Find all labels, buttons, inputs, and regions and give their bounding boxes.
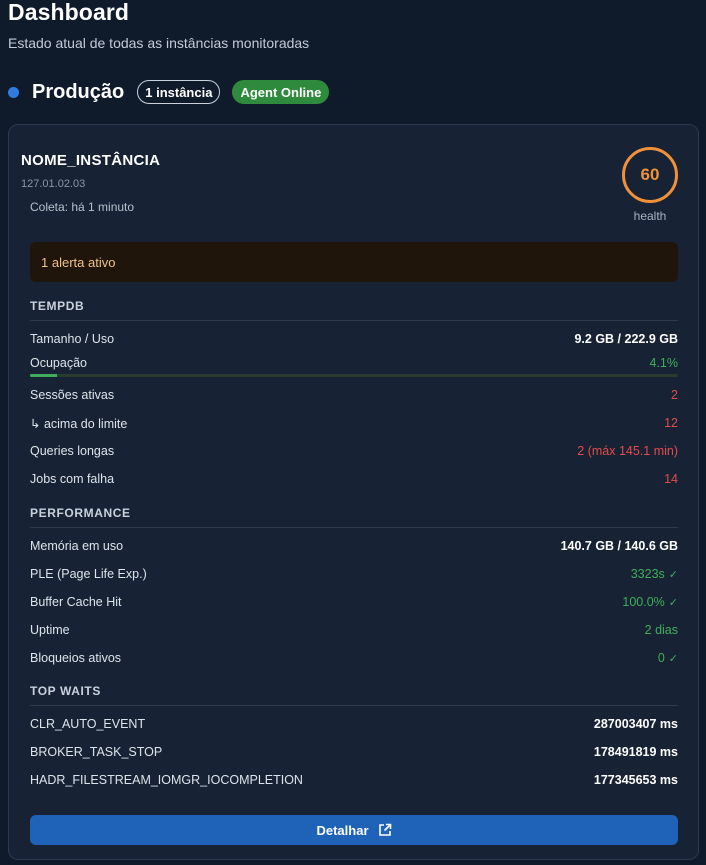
metric-value: 9.2 GB / 222.9 GB <box>574 332 678 346</box>
metric-value: 2 (máx 145.1 min) <box>577 444 678 458</box>
metric-label: Ocupação <box>30 356 87 370</box>
metric-row-failed-jobs: Jobs com falha 14 <box>30 469 678 489</box>
metric-label: Sessões ativas <box>30 388 115 402</box>
metric-row-tempdb-occupancy: Ocupação 4.1% <box>30 353 678 373</box>
metric-value-with-check: 100.0% ✓ <box>622 595 678 609</box>
metric-label: PLE (Page Life Exp.) <box>30 567 147 581</box>
wait-row: BROKER_TASK_STOP 178491819 ms <box>30 742 678 762</box>
environment-name: Produção <box>32 80 125 103</box>
metric-value: 2 dias <box>644 623 678 637</box>
metric-label: ↳ acima do limite <box>30 416 128 431</box>
metric-value-with-check: 0 ✓ <box>658 651 678 665</box>
metric-label: Jobs com falha <box>30 472 115 486</box>
wait-row: HADR_FILESTREAM_IOMGR_IOCOMPLETION 17734… <box>30 770 678 790</box>
metric-value: 100.0% <box>622 595 665 609</box>
metric-label: Buffer Cache Hit <box>30 595 122 609</box>
metric-row-long-queries: Queries longas 2 (máx 145.1 min) <box>30 441 678 461</box>
health-label: health <box>633 209 667 223</box>
metric-label: Tamanho / Uso <box>30 332 115 346</box>
agent-status-badge: Agent Online <box>232 80 330 104</box>
health-score-value: 60 <box>640 165 660 184</box>
wait-name: HADR_FILESTREAM_IOMGR_IOCOMPLETION <box>30 773 303 787</box>
metric-label: Bloqueios ativos <box>30 651 122 665</box>
metric-row-uptime: Uptime 2 dias <box>30 620 678 640</box>
section-title-top-waits: TOP WAITS <box>30 684 678 706</box>
metric-value: 140.7 GB / 140.6 GB <box>560 539 678 553</box>
metric-row-buffer-cache: Buffer Cache Hit 100.0% ✓ <box>30 592 678 612</box>
wait-value: 178491819 ms <box>593 745 678 759</box>
metric-label: Queries longas <box>30 444 115 458</box>
detail-button-label: Detalhar <box>316 822 369 838</box>
collection-time: Coleta: há 1 minuto <box>30 200 135 214</box>
metric-value: 2 <box>671 388 678 402</box>
metric-value-with-check: 3323s ✓ <box>631 567 678 581</box>
occupancy-progress-bar <box>30 374 678 377</box>
external-link-icon <box>378 823 391 836</box>
section-title-tempdb: TEMPDB <box>30 299 678 321</box>
metric-row-over-limit: ↳ acima do limite 12 <box>30 413 678 433</box>
health-score-ring: 60 <box>622 147 678 203</box>
metric-row-memory: Memória em uso 140.7 GB / 140.6 GB <box>30 536 678 556</box>
metric-label: Memória em uso <box>30 539 124 553</box>
instance-name: NOME_INSTÂNCIA <box>21 152 161 169</box>
active-alerts-banner[interactable]: 1 alerta ativo <box>30 242 678 282</box>
wait-name: CLR_AUTO_EVENT <box>30 717 146 731</box>
instance-ip: 127.01.02.03 <box>21 178 86 190</box>
detail-button[interactable]: Detalhar <box>30 815 678 845</box>
wait-row: CLR_AUTO_EVENT 287003407 ms <box>30 714 678 734</box>
environment-status-dot-icon <box>8 86 19 98</box>
active-alerts-text: 1 alerta ativo <box>41 254 116 270</box>
metric-value: 3323s <box>630 567 665 581</box>
instance-card: NOME_INSTÂNCIA 127.01.02.03 Coleta: há 1… <box>8 124 699 860</box>
check-icon: ✓ <box>668 653 678 665</box>
occupancy-progress-fill <box>30 374 57 377</box>
metric-value: 4.1% <box>649 356 679 370</box>
check-icon: ✓ <box>668 569 678 581</box>
section-title-performance: PERFORMANCE <box>30 506 678 528</box>
metric-row-tempdb-size: Tamanho / Uso 9.2 GB / 222.9 GB <box>30 329 678 349</box>
metric-row-blocks: Bloqueios ativos 0 ✓ <box>30 648 678 668</box>
metric-row-active-sessions: Sessões ativas 2 <box>30 385 678 405</box>
metric-value: 12 <box>664 416 678 430</box>
check-icon: ✓ <box>668 597 678 609</box>
wait-name: BROKER_TASK_STOP <box>30 745 163 759</box>
page-subtitle: Estado atual de todas as instâncias moni… <box>8 35 310 51</box>
page-title: Dashboard <box>8 0 130 25</box>
wait-value: 177345653 ms <box>593 773 678 787</box>
metric-value: 0 <box>657 651 665 665</box>
metric-label: Uptime <box>30 623 70 637</box>
instance-count-badge: 1 instância <box>137 80 221 104</box>
metric-value: 14 <box>664 472 678 486</box>
wait-value: 287003407 ms <box>593 717 678 731</box>
metric-row-ple: PLE (Page Life Exp.) 3323s ✓ <box>30 564 678 584</box>
environment-header: Produção 1 instância Agent Online <box>8 79 330 105</box>
